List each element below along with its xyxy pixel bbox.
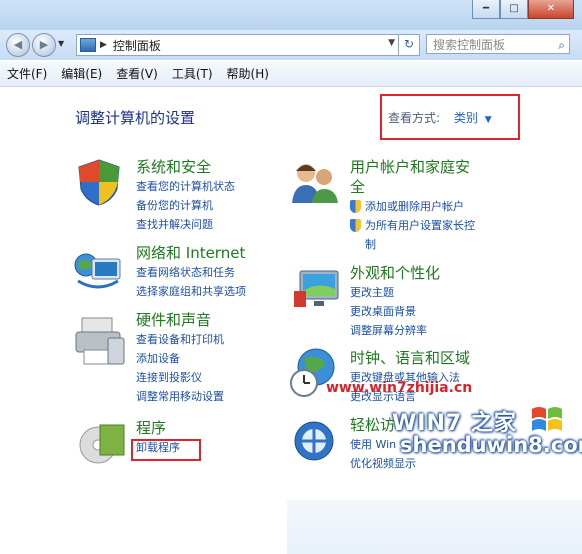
category-title[interactable]: 网络和 Internet xyxy=(136,243,246,263)
page-title: 调整计算机的设置 xyxy=(75,109,196,127)
back-arrow-icon: ◀ xyxy=(13,38,23,51)
link-network-status[interactable]: 查看网络状态和任务 xyxy=(136,263,246,282)
windows-logo-icon xyxy=(532,407,562,431)
category-user-accounts: 用户帐户和家庭安 全 添加或删除用户帐户 为所有用户设置家长控 制 xyxy=(350,157,475,254)
control-panel-icon xyxy=(80,38,96,52)
menu-view[interactable]: 查看(V) xyxy=(109,62,165,86)
link-screen-resolution[interactable]: 调整屏幕分辨率 xyxy=(350,321,440,340)
menu-tools[interactable]: 工具(T) xyxy=(165,62,220,86)
link-find-fix-problems[interactable]: 查找并解决问题 xyxy=(136,215,235,234)
link-view-computer-status[interactable]: 查看您的计算机状态 xyxy=(136,177,235,196)
ease-of-access-panel xyxy=(287,500,582,554)
category-title-line1[interactable]: 用户帐户和家庭安 xyxy=(350,157,475,177)
menu-help[interactable]: 帮助(H) xyxy=(220,62,276,86)
search-input[interactable]: 搜索控制面板 ⌕ xyxy=(426,34,570,54)
ease-of-access-icon xyxy=(294,421,334,461)
breadcrumb-separator-icon[interactable]: ▶ xyxy=(100,40,107,50)
address-dropdown-icon[interactable]: ▼ xyxy=(388,38,395,48)
address-bar[interactable]: ▶ 控制面板 ▼ ↻ xyxy=(76,34,420,56)
close-button[interactable]: ✕ xyxy=(528,0,574,19)
menu-bar: 文件(F) 编辑(E) 查看(V) 工具(T) 帮助(H) xyxy=(0,62,582,87)
link-parental-controls-cont[interactable]: 制 xyxy=(350,235,475,254)
link-parental-controls[interactable]: 为所有用户设置家长控 xyxy=(350,216,475,235)
category-title[interactable]: 时钟、语言和区域 xyxy=(350,348,470,368)
title-bar: ━ □ ✕ xyxy=(0,0,582,30)
link-homegroup-sharing[interactable]: 选择家庭组和共享选项 xyxy=(136,282,246,301)
menu-edit[interactable]: 编辑(E) xyxy=(54,62,109,86)
link-change-theme[interactable]: 更改主题 xyxy=(350,283,440,302)
category-title[interactable]: 程序 xyxy=(136,418,180,438)
recent-pages-dropdown-icon[interactable]: ▼ xyxy=(58,39,64,48)
shield-icon xyxy=(78,159,120,206)
category-hardware-sound: 硬件和声音 查看设备和打印机 添加设备 连接到投影仪 调整常用移动设置 xyxy=(136,310,224,406)
breadcrumb-control-panel[interactable]: 控制面板 xyxy=(113,37,161,54)
search-icon[interactable]: ⌕ xyxy=(558,35,565,55)
uac-shield-icon xyxy=(350,200,361,213)
category-title[interactable]: 系统和安全 xyxy=(136,157,235,177)
link-mobility-settings[interactable]: 调整常用移动设置 xyxy=(136,387,224,406)
watermark-site-2: shenduwin8.com xyxy=(400,433,582,457)
monitor-icon xyxy=(294,270,339,307)
category-system-security: 系统和安全 查看您的计算机状态 备份您的计算机 查找并解决问题 xyxy=(136,157,235,234)
link-add-device[interactable]: 添加设备 xyxy=(136,349,224,368)
forward-arrow-icon: ▶ xyxy=(39,38,49,51)
category-clock-language: 时钟、语言和区域 更改键盘或其他输入法 更改显示语言 xyxy=(350,348,470,406)
link-text: 为所有用户设置家长控 xyxy=(365,219,475,232)
link-desktop-background[interactable]: 更改桌面背景 xyxy=(350,302,440,321)
network-icon xyxy=(74,253,121,289)
forward-button[interactable]: ▶ xyxy=(32,33,56,57)
users-icon xyxy=(292,164,338,203)
category-title[interactable]: 硬件和声音 xyxy=(136,310,224,330)
maximize-button[interactable]: □ xyxy=(500,0,528,19)
category-appearance: 外观和个性化 更改主题 更改桌面背景 调整屏幕分辨率 xyxy=(350,263,440,340)
link-add-remove-accounts[interactable]: 添加或删除用户帐户 xyxy=(350,197,475,216)
refresh-icon[interactable]: ↻ xyxy=(398,35,419,55)
search-placeholder: 搜索控制面板 xyxy=(433,38,506,52)
programs-icon xyxy=(79,424,125,464)
link-backup-computer[interactable]: 备份您的计算机 xyxy=(136,196,235,215)
category-title-line2[interactable]: 全 xyxy=(350,177,475,197)
window-controls: ━ □ ✕ xyxy=(472,0,574,19)
link-connect-projector[interactable]: 连接到投影仪 xyxy=(136,368,224,387)
link-text: 添加或删除用户帐户 xyxy=(365,200,464,213)
category-network-internet: 网络和 Internet 查看网络状态和任务 选择家庭组和共享选项 xyxy=(136,243,246,301)
back-button[interactable]: ◀ xyxy=(6,33,30,57)
uac-shield-icon xyxy=(350,219,361,232)
printer-icon xyxy=(75,317,125,365)
category-title[interactable]: 外观和个性化 xyxy=(350,263,440,283)
highlight-box xyxy=(131,439,201,461)
minimize-button[interactable]: ━ xyxy=(472,0,500,19)
watermark-site: www.win7zhijia.cn xyxy=(326,380,473,396)
highlight-box xyxy=(380,94,520,140)
link-devices-printers[interactable]: 查看设备和打印机 xyxy=(136,330,224,349)
menu-file[interactable]: 文件(F) xyxy=(0,62,54,86)
